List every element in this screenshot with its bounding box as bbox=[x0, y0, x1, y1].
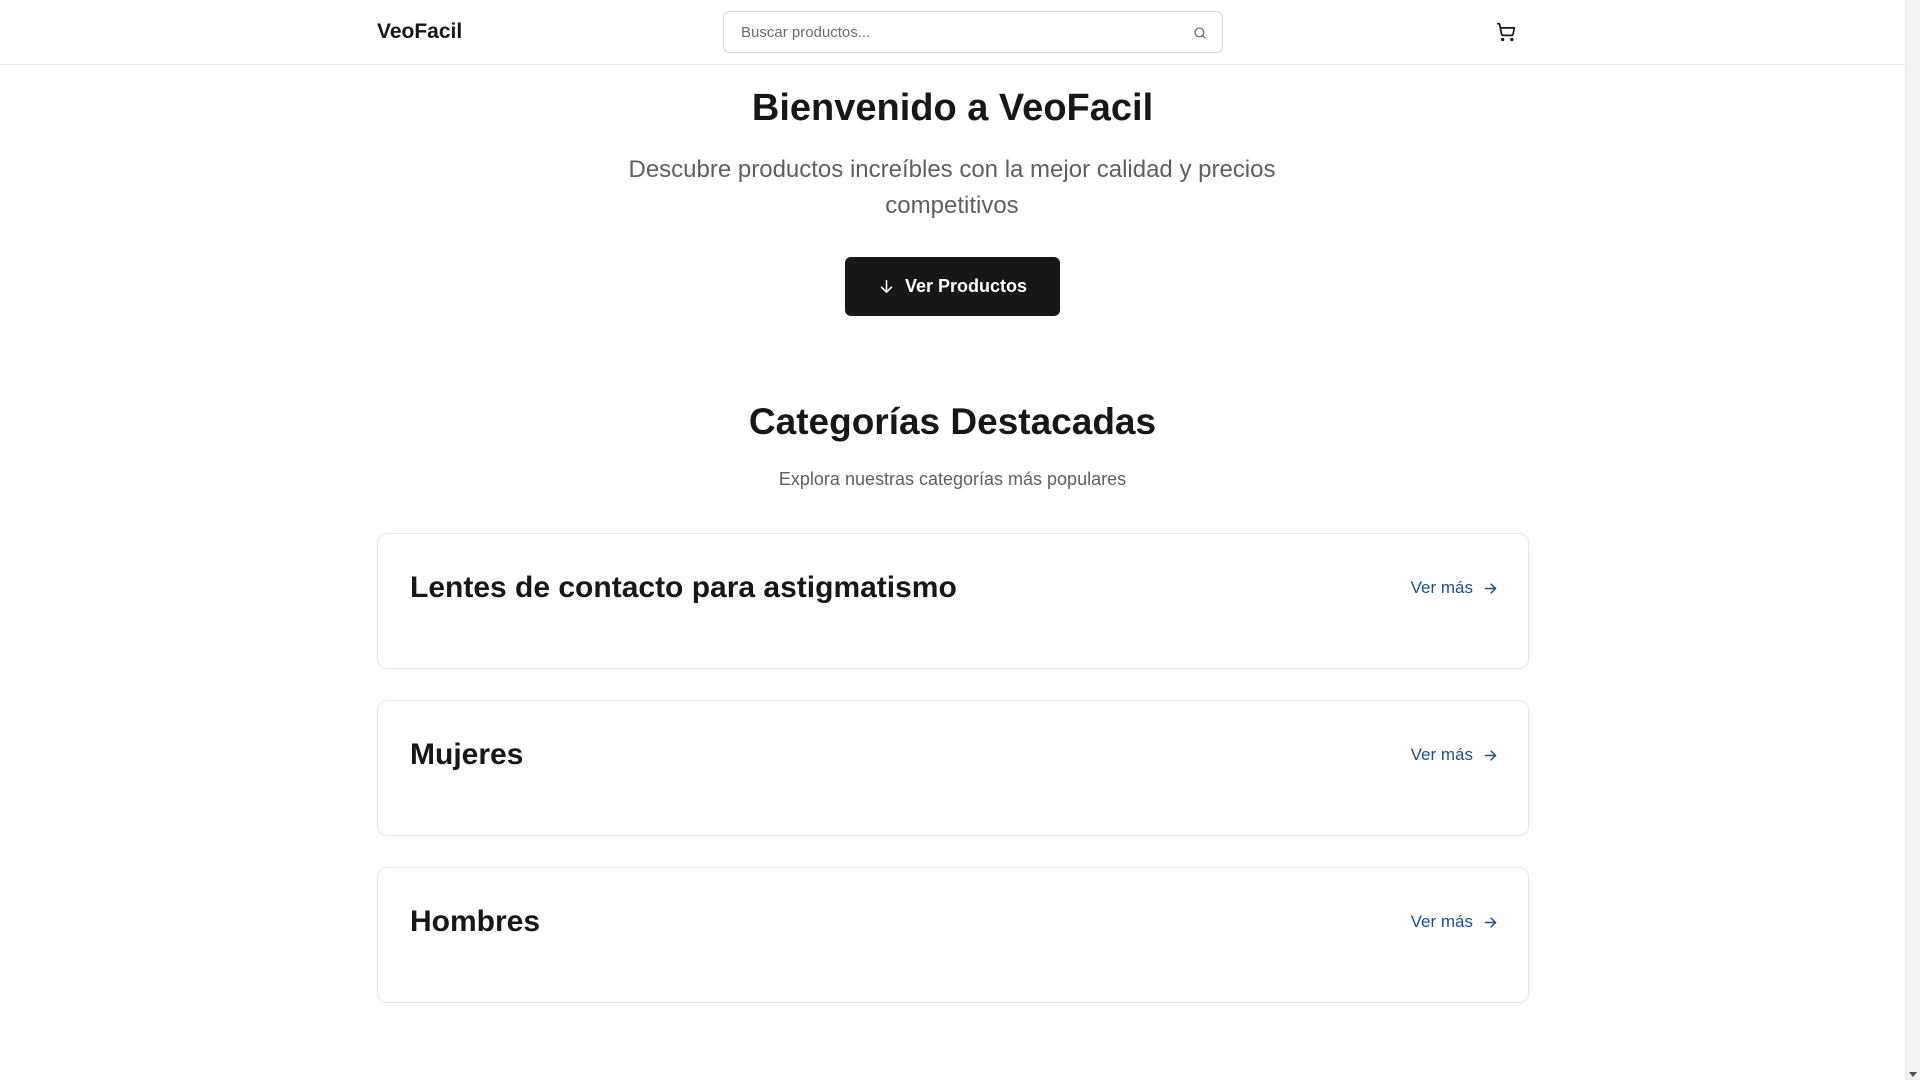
hero-subtitle: Descubre productos increíbles con la mej… bbox=[628, 156, 1276, 219]
category-view-more-link[interactable]: Ver más bbox=[1411, 910, 1498, 934]
page: VeoFacil Bienvenido a VeoFacil Descubre … bbox=[0, 0, 1920, 1080]
hero-title: Bienvenido a VeoFacil bbox=[751, 87, 1154, 129]
category-view-more-link[interactable]: Ver más bbox=[1411, 743, 1498, 767]
search-icon[interactable] bbox=[1190, 23, 1210, 43]
view-products-label: Ver Productos bbox=[904, 276, 1028, 296]
view-more-label: Ver más bbox=[1410, 578, 1473, 597]
brand-logo[interactable]: VeoFacil bbox=[377, 20, 462, 44]
site-header: VeoFacil bbox=[0, 0, 1905, 65]
arrow-right-icon bbox=[1483, 581, 1498, 596]
category-card: Hombres Ver más bbox=[377, 867, 1529, 1003]
category-title: Lentes de contacto para astigmatismo bbox=[410, 571, 957, 604]
cart-icon[interactable] bbox=[1496, 19, 1516, 45]
search-bar bbox=[723, 11, 1223, 53]
category-title: Hombres bbox=[410, 905, 541, 938]
view-products-button[interactable]: Ver Productos bbox=[845, 257, 1060, 316]
scrollbar-thumb[interactable] bbox=[1909, 12, 1917, 1052]
view-more-label: Ver más bbox=[1410, 745, 1473, 764]
view-more-label: Ver más bbox=[1410, 912, 1473, 931]
scroll-down-arrow-icon[interactable] bbox=[1909, 1072, 1917, 1077]
vertical-scrollbar[interactable] bbox=[1905, 0, 1920, 1080]
category-view-more-link[interactable]: Ver más bbox=[1411, 576, 1498, 600]
categories-title: Categorías Destacadas bbox=[748, 401, 1157, 442]
categories-subtitle: Explora nuestras categorías más populare… bbox=[778, 469, 1127, 489]
category-card: Mujeres Ver más bbox=[377, 700, 1529, 836]
arrow-right-icon bbox=[1483, 748, 1498, 763]
search-input[interactable] bbox=[725, 13, 1165, 51]
arrow-right-icon bbox=[1483, 915, 1498, 930]
arrow-down-icon bbox=[878, 278, 895, 295]
category-title: Mujeres bbox=[410, 738, 524, 771]
category-card: Lentes de contacto para astigmatismo Ver… bbox=[377, 533, 1529, 669]
